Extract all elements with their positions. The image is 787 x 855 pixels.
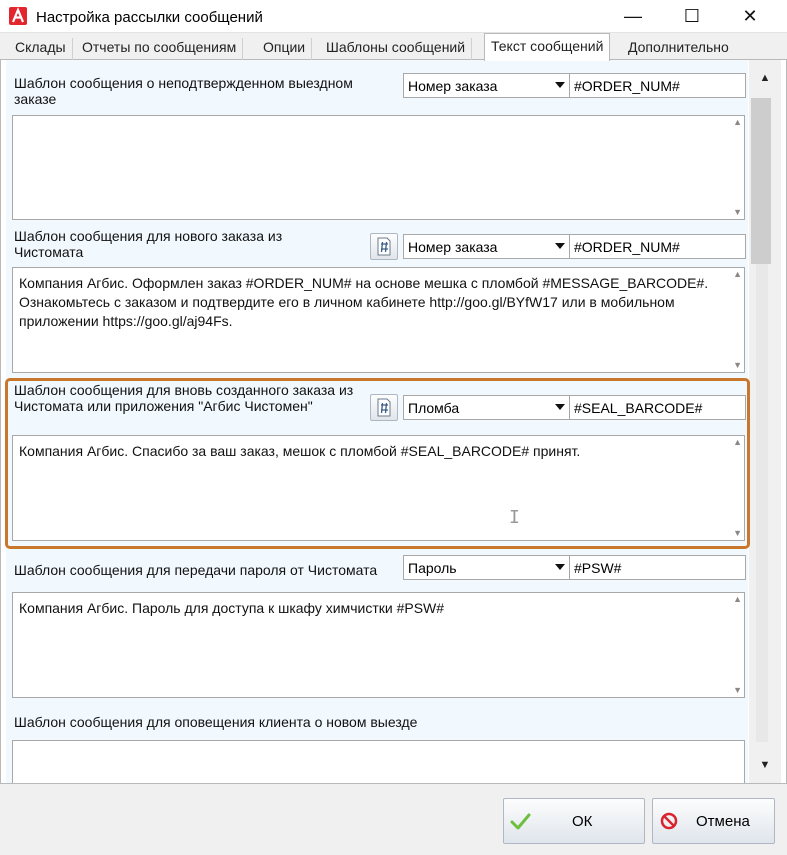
macro-field-value: #ORDER_NUM# <box>574 239 680 255</box>
highlight-frame <box>5 378 750 549</box>
tab-additional[interactable]: Дополнительно <box>622 38 735 60</box>
template-panel-new-trip: Шаблон сообщения для оповещения клиента … <box>6 704 748 783</box>
macro-combo[interactable]: Номер заказа <box>403 234 572 259</box>
chevron-down-icon <box>555 243 565 249</box>
template-textarea[interactable] <box>12 740 745 783</box>
checkmark-icon <box>510 813 531 830</box>
macro-field[interactable]: #ORDER_NUM# <box>569 234 746 259</box>
no-entry-icon <box>660 812 678 830</box>
tab-bar: Склады Отчеты по сообщениям Опции Шаблон… <box>0 33 787 61</box>
memo-scroll-down-icon[interactable]: ▼ <box>733 207 742 217</box>
chevron-down-icon <box>555 82 565 88</box>
template-label: Шаблон сообщения о неподтвержденном выез… <box>14 75 353 107</box>
dialog-footer: ОК Отмена <box>0 783 787 855</box>
scroll-down-icon[interactable]: ▼ <box>749 747 781 783</box>
macro-combo-value: Номер заказа <box>408 239 498 255</box>
tab-message-templates[interactable]: Шаблоны сообщений <box>320 38 473 60</box>
memo-scroll-up-icon[interactable]: ▲ <box>733 117 742 127</box>
scroll-thumb[interactable] <box>751 98 771 264</box>
macro-combo[interactable]: Номер заказа <box>403 73 572 98</box>
close-button[interactable]: ✕ <box>724 0 776 33</box>
ok-button[interactable]: ОК <box>503 798 645 844</box>
cancel-button-label: Отмена <box>696 813 750 830</box>
memo-scroll-down-icon[interactable]: ▼ <box>733 360 742 370</box>
template-panel-new-order: Шаблон сообщения для нового заказа из Чи… <box>6 223 748 378</box>
minimize-button[interactable]: — <box>607 0 659 33</box>
macro-combo-value: Номер заказа <box>408 78 498 94</box>
template-textarea[interactable]: Компания Агбис. Оформлен заказ #ORDER_NU… <box>12 267 745 373</box>
template-label: Шаблон сообщения для передачи пароля от … <box>14 562 378 578</box>
vertical-scrollbar[interactable]: ▲ ▼ <box>749 60 781 783</box>
tab-message-reports[interactable]: Отчеты по сообщениям <box>76 38 244 60</box>
template-textarea[interactable]: Компания Агбис. Пароль для доступа к шка… <box>12 592 745 698</box>
title-bar: Настройка рассылки сообщений — ☐ ✕ <box>0 0 787 33</box>
macro-field-value: #ORDER_NUM# <box>574 78 680 94</box>
maximize-icon: ☐ <box>683 6 701 26</box>
memo-scroll-up-icon[interactable]: ▲ <box>733 594 742 604</box>
template-textarea[interactable]: ▲ ▼ <box>12 115 745 220</box>
macro-combo-value: Пароль <box>408 560 457 576</box>
maximize-button[interactable]: ☐ <box>666 0 718 33</box>
scroll-up-icon[interactable]: ▲ <box>749 60 781 96</box>
minimize-icon: — <box>624 6 642 26</box>
ok-button-label: ОК <box>572 813 593 830</box>
memo-scroll-up-icon[interactable]: ▲ <box>733 269 742 279</box>
hash-document-icon <box>377 237 391 256</box>
insert-macro-button[interactable] <box>370 233 398 260</box>
template-label: Шаблон сообщения для оповещения клиента … <box>14 714 418 730</box>
window-title: Настройка рассылки сообщений <box>36 9 263 26</box>
content-area: Шаблон сообщения о неподтвержденном выез… <box>0 60 787 783</box>
template-panel-password: Шаблон сообщения для передачи пароля от … <box>6 549 748 704</box>
template-text: Компания Агбис. Оформлен заказ #ORDER_NU… <box>19 275 713 329</box>
macro-combo[interactable]: Пароль <box>403 555 572 580</box>
chevron-down-icon <box>555 564 565 570</box>
tab-warehouses[interactable]: Склады <box>9 38 73 60</box>
template-label: Шаблон сообщения для нового заказа из Чи… <box>14 228 283 260</box>
macro-field[interactable]: #ORDER_NUM# <box>569 73 746 98</box>
close-icon: ✕ <box>742 6 758 26</box>
cancel-button[interactable]: Отмена <box>652 798 775 844</box>
macro-field[interactable]: #PSW# <box>569 555 746 580</box>
memo-scroll-down-icon[interactable]: ▼ <box>733 685 742 695</box>
tab-message-text[interactable]: Текст сообщений <box>484 33 611 61</box>
tab-options[interactable]: Опции <box>257 38 313 60</box>
template-text: Компания Агбис. Пароль для доступа к шка… <box>19 600 445 616</box>
scroll-track[interactable] <box>756 264 768 742</box>
macro-field-value: #PSW# <box>574 560 622 576</box>
agbis-logo-icon <box>9 7 27 25</box>
template-panel-unconfirmed-trip: Шаблон сообщения о неподтвержденном выез… <box>6 60 748 223</box>
